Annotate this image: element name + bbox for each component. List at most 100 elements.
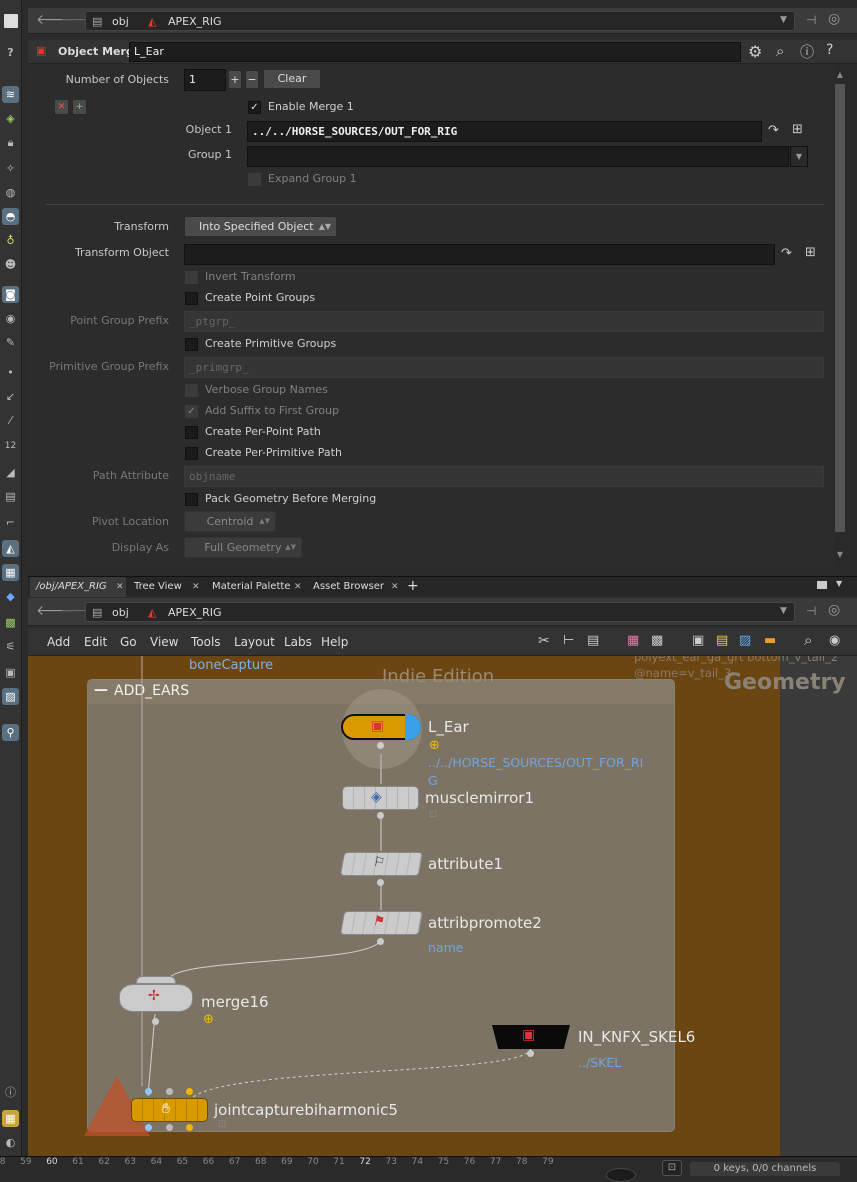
menu-edit[interactable]: Edit <box>84 628 107 656</box>
tab-asset-browser[interactable]: Asset Browser ✕ <box>307 577 403 597</box>
menu-help[interactable]: Help <box>321 628 348 656</box>
output-dot[interactable] <box>377 812 384 819</box>
node-attribute1[interactable]: ⚐ <box>339 852 424 876</box>
list-icon[interactable]: ▤ <box>587 633 599 648</box>
jump-to-object-icon[interactable]: ↷ <box>781 246 792 261</box>
skull-icon[interactable]: ☻ <box>2 256 19 273</box>
scroll-down-icon[interactable]: ▼ <box>835 550 845 562</box>
add-suffix-checkbox[interactable]: ✓ <box>185 405 198 418</box>
handle-tool-icon[interactable]: ◈ <box>2 110 19 127</box>
light-icon[interactable]: ◓ <box>2 208 19 225</box>
view-tool-icon[interactable]: ≋ <box>2 86 19 103</box>
color-palette-icon[interactable]: ▦ <box>627 633 639 648</box>
node-attribpromote2[interactable]: ⚑ <box>339 911 424 935</box>
tab-tree-view[interactable]: Tree View ✕ <box>128 577 204 597</box>
gear-icon[interactable]: ⚙ <box>748 42 762 61</box>
eye-icon[interactable]: ◉ <box>2 310 19 327</box>
pane-menu-icon[interactable]: ▼ <box>836 579 842 588</box>
info-icon[interactable]: ⓘ <box>800 42 814 62</box>
output-dot[interactable] <box>166 1124 173 1131</box>
output-dot[interactable] <box>377 938 384 945</box>
display-icon[interactable]: ▨ <box>2 688 19 705</box>
object1-field[interactable]: ../../HORSE_SOURCES/OUT_FOR_RIG <box>247 121 762 142</box>
insert-multiparm-icon[interactable]: + <box>72 99 87 115</box>
path-node[interactable]: APEX_RIG <box>168 605 222 620</box>
network-path-box[interactable]: ▤ obj ◭ APEX_RIG <box>85 602 795 622</box>
create-per-primitive-path-checkbox[interactable] <box>185 447 198 460</box>
diamond-icon[interactable]: ◆ <box>2 588 19 605</box>
help-icon[interactable]: ? <box>826 42 833 58</box>
scroll-thumb[interactable] <box>835 84 845 532</box>
menu-add[interactable]: Add <box>47 628 70 656</box>
menu-go[interactable]: Go <box>120 628 137 656</box>
path-network[interactable]: obj <box>112 14 129 29</box>
create-point-groups-checkbox[interactable] <box>185 292 198 305</box>
paint-icon[interactable]: ✎ <box>2 334 19 351</box>
link-icon[interactable]: ◎ <box>828 600 840 620</box>
deform-icon[interactable]: ◭ <box>2 540 19 557</box>
snap-icon[interactable]: ✧ <box>2 160 19 177</box>
remove-multiparm-icon[interactable]: ✕ <box>54 99 69 115</box>
edge-icon[interactable]: ↙ <box>2 388 19 405</box>
node-jointcapturebiharmonic5[interactable]: ✋︎ <box>131 1098 208 1122</box>
point-icon[interactable]: • <box>2 364 19 381</box>
shelf-icon[interactable]: ▣ <box>2 664 19 681</box>
path-attribute-field[interactable]: objname <box>184 466 824 487</box>
menu-layout[interactable]: Layout <box>234 628 275 656</box>
eye-icon[interactable]: ◉ <box>829 633 840 648</box>
map-icon[interactable]: ▩ <box>2 614 19 631</box>
group1-dropdown-icon[interactable]: ▼ <box>790 146 808 167</box>
menu-view[interactable]: View <box>150 628 178 656</box>
menu-labs[interactable]: Labs <box>284 628 312 656</box>
verbose-group-names-checkbox[interactable] <box>185 384 198 397</box>
choose-operator-icon[interactable]: ⊞ <box>792 122 803 137</box>
node-name-field[interactable]: L_Ear <box>129 42 741 62</box>
add-object-button[interactable]: + <box>228 70 242 89</box>
keys-toggle-icon[interactable]: ⊡ <box>662 1160 682 1176</box>
output-dot[interactable] <box>145 1124 152 1131</box>
number-icon[interactable]: 12 <box>2 438 19 455</box>
tab-network[interactable]: /obj/APEX_RIG ✕ <box>30 577 126 597</box>
jump-to-operator-icon[interactable]: ↷ <box>768 123 779 138</box>
close-tab-icon[interactable]: ✕ <box>192 577 200 597</box>
input-dot[interactable] <box>166 1088 173 1095</box>
output-dot[interactable] <box>527 1050 534 1057</box>
grid-icon[interactable]: ▦ <box>2 564 19 581</box>
output-dot[interactable] <box>152 1018 159 1025</box>
pin-pane-icon[interactable]: ⊣ <box>806 10 816 30</box>
path-box[interactable]: ▤ obj ◭ APEX_RIG <box>85 11 795 31</box>
input-dot[interactable] <box>145 1088 152 1095</box>
create-primitive-groups-checkbox[interactable] <box>185 338 198 351</box>
display-as-dropdown[interactable]: Full Geometry ▲▼ <box>184 537 302 558</box>
group1-field[interactable] <box>247 146 789 167</box>
timeline-scrub-handle[interactable] <box>606 1168 636 1182</box>
clear-button[interactable]: Clear <box>263 69 321 89</box>
path-node[interactable]: APEX_RIG <box>168 14 222 29</box>
output-dot[interactable] <box>377 879 384 886</box>
visibility-icon[interactable]: ◐ <box>2 1134 19 1151</box>
search-icon[interactable]: ⌕ <box>804 631 812 649</box>
create-per-point-path-checkbox[interactable] <box>185 426 198 439</box>
stack-icon[interactable]: ▤ <box>2 488 19 505</box>
output-dot[interactable] <box>186 1124 193 1131</box>
pin-pane-icon[interactable]: ⊣ <box>806 601 816 621</box>
merge-input-bar[interactable] <box>136 976 176 984</box>
close-tab-icon[interactable]: ✕ <box>294 577 302 597</box>
close-tab-icon[interactable]: ✕ <box>116 577 124 597</box>
scroll-up-icon[interactable]: ▲ <box>835 70 845 82</box>
transform-object-field[interactable] <box>184 244 775 265</box>
choose-object-icon[interactable]: ⊞ <box>805 245 816 260</box>
input-dot[interactable] <box>186 1088 193 1095</box>
tree-icon[interactable]: ⊢ <box>563 633 574 648</box>
invert-transform-checkbox[interactable] <box>185 271 198 284</box>
lock-icon[interactable]: 🔒︎ <box>2 134 19 151</box>
remove-object-button[interactable]: − <box>245 70 259 89</box>
image-icon[interactable]: ▨ <box>739 633 751 648</box>
node-musclemirror1[interactable]: ◈ <box>342 786 419 810</box>
network-editor[interactable]: boneCapture polyext_ear_ga_grt bottom_v_… <box>28 656 857 1156</box>
path-dropdown-icon[interactable]: ▼ <box>780 601 787 621</box>
path-network[interactable]: obj <box>112 605 129 620</box>
node-merge16[interactable]: ✢ <box>119 984 193 1012</box>
wand-icon[interactable]: ⚟ <box>2 638 19 655</box>
num-objects-field[interactable]: 1 <box>184 69 226 91</box>
